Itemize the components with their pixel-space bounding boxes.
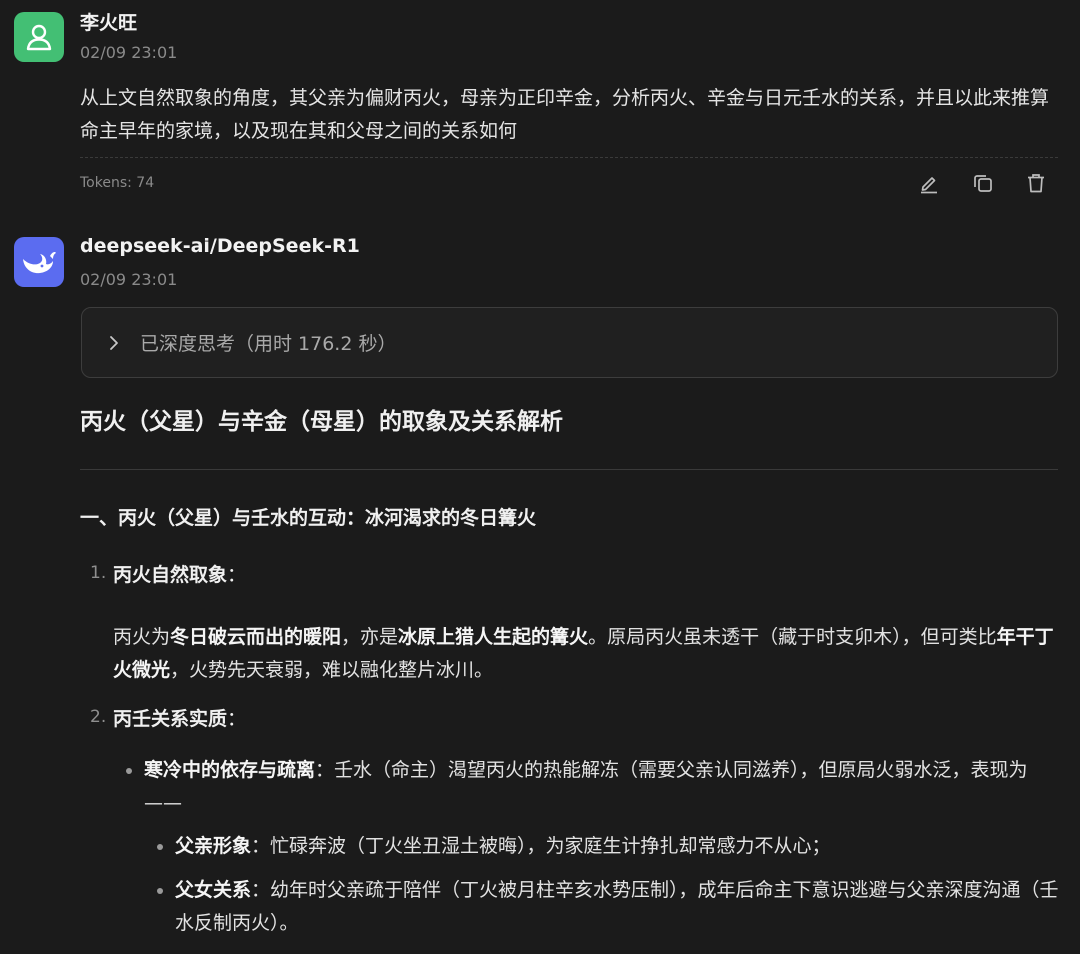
message-divider (80, 157, 1058, 158)
user-message-time: 02/09 23:01 (80, 43, 178, 62)
list-item: 父亲形象：忙碌奔波（丁火坐丑湿土被晦），为家庭生计挣扎却常感力不从心； (175, 835, 831, 857)
assistant-avatar[interactable] (14, 237, 64, 287)
user-message-text: 从上文自然取象的角度，其父亲为偏财丙火，母亲为正印辛金，分析丙火、辛金与日元壬水… (80, 87, 1050, 142)
list-item-title: 丙火自然取象： (113, 564, 247, 586)
user-icon (26, 24, 52, 51)
answer-heading: 丙火（父星）与辛金（母星）的取象及关系解析 (80, 409, 563, 435)
list-number: 2. (90, 707, 107, 727)
list-item-paragraph: 丙火为冬日破云而出的暖阳，亦是冰原上猎人生起的篝火。原局丙火虽未透干（藏于时支卯… (113, 626, 1054, 681)
edit-icon (921, 177, 937, 194)
bullet-dot (157, 888, 163, 894)
heading-divider (80, 469, 1058, 470)
copy-button[interactable] (970, 170, 996, 196)
user-name: 李火旺 (80, 12, 138, 34)
assistant-name: deepseek-ai/DeepSeek-R1 (80, 235, 360, 257)
list-item: 父女关系：幼年时父亲疏于陪伴（丁火被月柱辛亥水势压制），成年后命主下意识逃避与父… (175, 879, 1059, 934)
user-avatar[interactable] (14, 12, 64, 62)
thinking-label: 已深度思考（用时 176.2 秒） (140, 333, 397, 355)
chevron-right-icon (108, 335, 120, 351)
bullet-dot (126, 768, 132, 774)
section-title: 一、丙火（父星）与壬水的互动：冰河渴求的冬日篝火 (80, 507, 537, 529)
copy-icon (974, 175, 992, 192)
edit-button[interactable] (916, 170, 942, 196)
delete-icon (1028, 174, 1044, 193)
list-item: 寒冷中的依存与疏离：壬水（命主）渴望丙火的热能解冻（需要父亲认同滋养），但原局火… (144, 759, 1028, 814)
delete-button[interactable] (1023, 170, 1049, 196)
assistant-message-time: 02/09 23:01 (80, 270, 178, 289)
list-item-title: 丙壬关系实质： (113, 708, 247, 730)
thinking-toggle[interactable]: 已深度思考（用时 176.2 秒） (81, 307, 1058, 378)
bullet-dot (157, 844, 163, 850)
whale-icon (23, 252, 56, 274)
token-count: Tokens: 74 (80, 175, 155, 191)
list-number: 1. (90, 563, 107, 583)
